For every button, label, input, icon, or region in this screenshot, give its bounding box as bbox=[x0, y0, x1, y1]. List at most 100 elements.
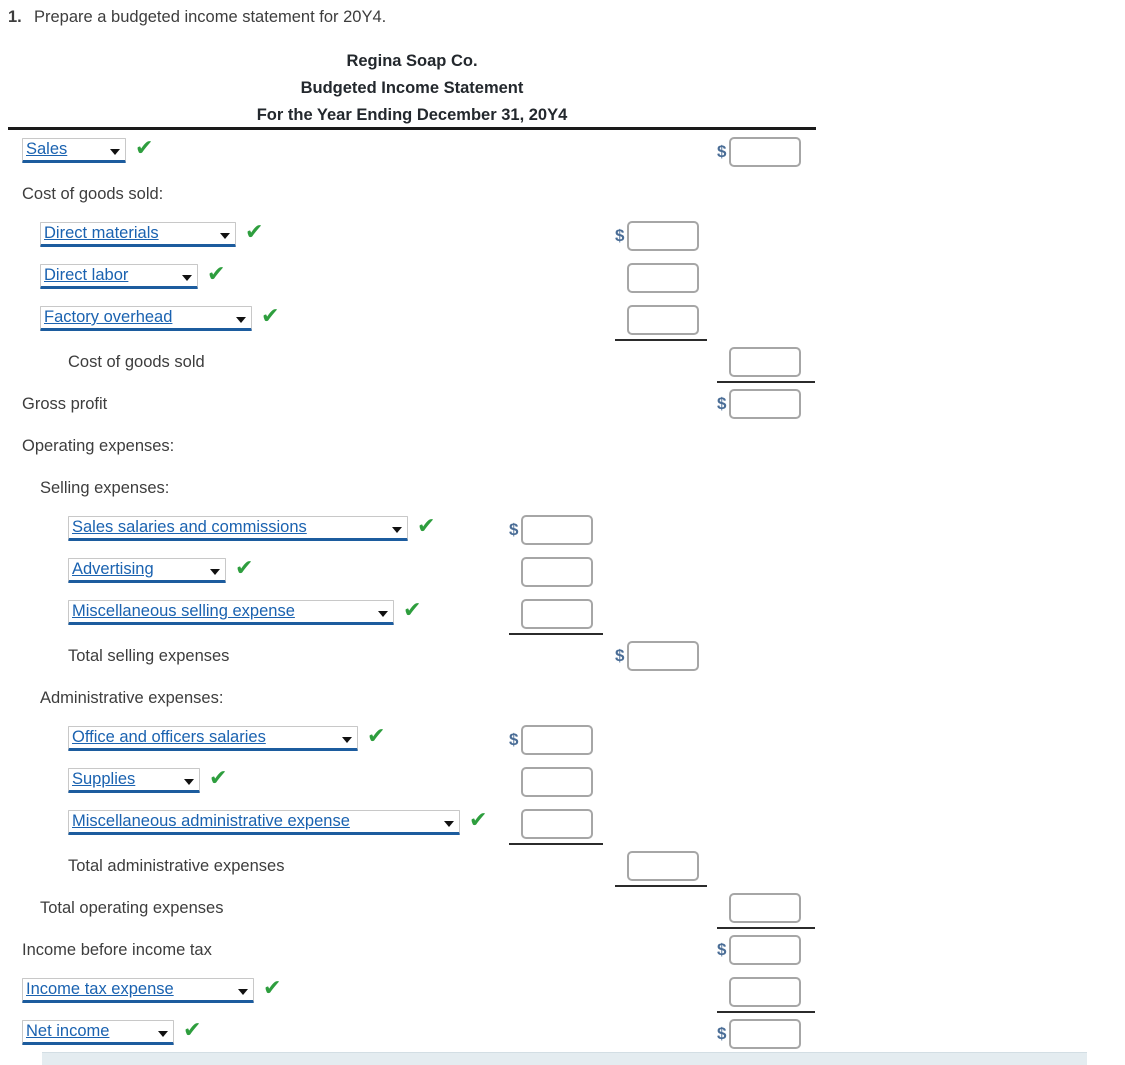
company-name: Regina Soap Co. bbox=[346, 52, 478, 70]
amount-input-sales[interactable] bbox=[729, 137, 801, 167]
amount-input-office-and-officers-salaries[interactable] bbox=[521, 725, 593, 755]
subtotal-rule bbox=[509, 633, 603, 635]
account-select-income-tax-expense[interactable]: Income tax expense bbox=[22, 978, 254, 1003]
correct-check-icon: ✔ bbox=[245, 220, 264, 245]
account-select-office-and-officers-salaries[interactable]: Office and officers salaries bbox=[68, 726, 358, 751]
statement-row: Miscellaneous administrative expense ✔ bbox=[0, 805, 1125, 847]
account-select-sales-salaries-and-commissions[interactable]: Sales salaries and commissions bbox=[68, 516, 408, 541]
amount-input-total-administrative-expenses[interactable] bbox=[627, 851, 699, 881]
statement-row: Direct materials ✔ $ bbox=[0, 217, 1125, 259]
row-label-total-operating-expenses: Total operating expenses bbox=[40, 899, 224, 917]
account-select-label: Miscellaneous administrative expense bbox=[72, 812, 350, 830]
correct-check-icon: ✔ bbox=[367, 724, 386, 749]
account-select-direct-labor[interactable]: Direct labor bbox=[40, 264, 198, 289]
chevron-down-icon bbox=[210, 569, 220, 575]
account-select-label: Factory overhead bbox=[44, 308, 173, 326]
account-select-label: Advertising bbox=[72, 560, 154, 578]
statement-title: Budgeted Income Statement bbox=[300, 79, 524, 97]
chevron-down-icon bbox=[110, 149, 120, 155]
amount-input-gross-profit[interactable] bbox=[729, 389, 801, 419]
amount-input-miscellaneous-administrative-expense[interactable] bbox=[521, 809, 593, 839]
statement-row: Supplies ✔ bbox=[0, 763, 1125, 805]
amount-input-direct-labor[interactable] bbox=[627, 263, 699, 293]
account-select-direct-materials[interactable]: Direct materials bbox=[40, 222, 236, 247]
amount-input-income-before-income-tax[interactable] bbox=[729, 935, 801, 965]
amount-input-cost-of-goods-sold[interactable] bbox=[729, 347, 801, 377]
account-select-label: Net income bbox=[26, 1022, 110, 1040]
chevron-down-icon bbox=[392, 527, 402, 533]
statement-row: Miscellaneous selling expense ✔ bbox=[0, 595, 1125, 637]
row-label-administrative-expenses: Administrative expenses: bbox=[40, 689, 224, 707]
currency-symbol: $ bbox=[717, 394, 727, 413]
row-label-total-administrative-expenses: Total administrative expenses bbox=[68, 857, 285, 875]
statement-row: Direct labor ✔ bbox=[0, 259, 1125, 301]
statement-row: Cost of goods sold: bbox=[0, 175, 1125, 217]
currency-symbol: $ bbox=[615, 226, 625, 245]
account-select-label: Income tax expense bbox=[26, 980, 174, 998]
statement-row: Factory overhead ✔ bbox=[0, 301, 1125, 343]
statement-row: Cost of goods sold bbox=[0, 343, 1125, 385]
currency-symbol: $ bbox=[509, 730, 519, 749]
currency-symbol: $ bbox=[717, 1024, 727, 1043]
question-prompt: 1. Prepare a budgeted income statement fo… bbox=[8, 8, 386, 27]
account-select-label: Miscellaneous selling expense bbox=[72, 602, 295, 620]
amount-input-advertising[interactable] bbox=[521, 557, 593, 587]
row-label-operating-expenses: Operating expenses: bbox=[22, 437, 175, 455]
statement-row: Selling expenses: bbox=[0, 469, 1125, 511]
currency-symbol: $ bbox=[717, 940, 727, 959]
row-label-income-before-income-tax: Income before income tax bbox=[22, 941, 212, 959]
correct-check-icon: ✔ bbox=[183, 1018, 202, 1043]
account-select-miscellaneous-administrative-expense[interactable]: Miscellaneous administrative expense bbox=[68, 810, 460, 835]
subtotal-rule bbox=[717, 1011, 815, 1013]
amount-input-total-selling-expenses[interactable] bbox=[627, 641, 699, 671]
question-number: 1. bbox=[8, 8, 22, 26]
correct-check-icon: ✔ bbox=[207, 262, 226, 287]
account-select-factory-overhead[interactable]: Factory overhead bbox=[40, 306, 252, 331]
subtotal-rule bbox=[509, 843, 603, 845]
amount-input-miscellaneous-selling-expense[interactable] bbox=[521, 599, 593, 629]
chevron-down-icon bbox=[220, 233, 230, 239]
amount-input-direct-materials[interactable] bbox=[627, 221, 699, 251]
statement-body: Sales ✔ $ Cost of goods sold: Direct materia… bbox=[0, 133, 1125, 1058]
statement-row: Office and officers salaries ✔ $ bbox=[0, 721, 1125, 763]
amount-input-supplies[interactable] bbox=[521, 767, 593, 797]
account-select-miscellaneous-selling-expense[interactable]: Miscellaneous selling expense bbox=[68, 600, 394, 625]
currency-symbol: $ bbox=[509, 520, 519, 539]
statement-row: Total selling expenses $ bbox=[0, 637, 1125, 679]
statement-row: Income tax expense ✔ bbox=[0, 973, 1125, 1015]
account-select-net-income[interactable]: Net income bbox=[22, 1020, 174, 1045]
correct-check-icon: ✔ bbox=[263, 976, 282, 1001]
account-select-label: Sales salaries and commissions bbox=[72, 518, 307, 536]
statement-row: Sales ✔ $ bbox=[0, 133, 1125, 175]
chevron-down-icon bbox=[158, 1031, 168, 1037]
amount-input-total-operating-expenses[interactable] bbox=[729, 893, 801, 923]
correct-check-icon: ✔ bbox=[403, 598, 422, 623]
subtotal-rule bbox=[615, 339, 707, 341]
statement-row: Advertising ✔ bbox=[0, 553, 1125, 595]
statement-row: Net income ✔ $ bbox=[0, 1015, 1125, 1058]
row-label-selling-expenses: Selling expenses: bbox=[40, 479, 170, 497]
account-select-label: Direct labor bbox=[44, 266, 129, 284]
statement-row: Income before income tax $ bbox=[0, 931, 1125, 973]
amount-input-net-income[interactable] bbox=[729, 1019, 801, 1049]
amount-input-sales-salaries-and-commissions[interactable] bbox=[521, 515, 593, 545]
statement-period: For the Year Ending December 31, 20Y4 bbox=[256, 106, 568, 124]
amount-input-income-tax-expense[interactable] bbox=[729, 977, 801, 1007]
chevron-down-icon bbox=[342, 737, 352, 743]
statement-row: Operating expenses: bbox=[0, 427, 1125, 469]
row-label-cost-of-goods-sold: Cost of goods sold: bbox=[22, 185, 164, 203]
chevron-down-icon bbox=[444, 821, 454, 827]
statement-row: Total operating expenses bbox=[0, 889, 1125, 931]
account-select-label: Direct materials bbox=[44, 224, 159, 242]
account-select-advertising[interactable]: Advertising bbox=[68, 558, 226, 583]
amount-input-factory-overhead[interactable] bbox=[627, 305, 699, 335]
header-rule bbox=[8, 127, 816, 130]
currency-symbol: $ bbox=[615, 646, 625, 665]
statement-heading: Regina Soap Co. Budgeted Income Statemen… bbox=[8, 48, 816, 129]
account-select-sales[interactable]: Sales bbox=[22, 138, 126, 163]
account-select-supplies[interactable]: Supplies bbox=[68, 768, 200, 793]
account-select-label: Office and officers salaries bbox=[72, 728, 266, 746]
account-select-label: Supplies bbox=[72, 770, 136, 788]
correct-check-icon: ✔ bbox=[209, 766, 228, 791]
account-select-label: Sales bbox=[26, 140, 68, 158]
